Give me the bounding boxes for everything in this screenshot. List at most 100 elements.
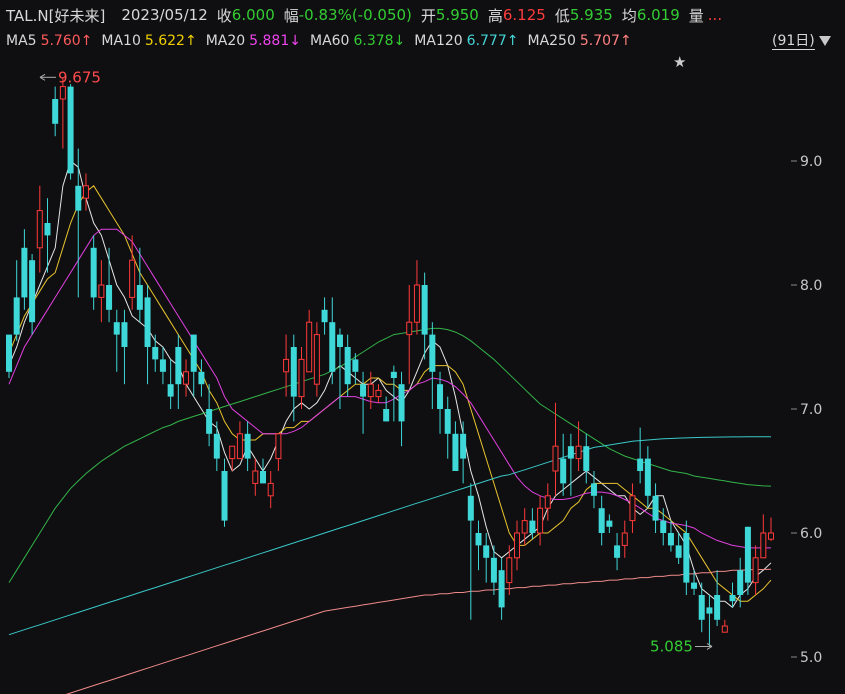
candle-body — [136, 285, 143, 310]
candle — [544, 483, 551, 521]
candle — [521, 508, 528, 546]
candle — [598, 495, 605, 546]
candle-body — [460, 433, 467, 459]
candle-body — [452, 433, 459, 471]
candle — [159, 347, 166, 385]
candle — [321, 297, 328, 335]
candle-body — [583, 446, 590, 471]
candle — [183, 359, 190, 397]
candle-body — [336, 334, 343, 347]
candle — [36, 185, 43, 273]
candle-body — [144, 297, 151, 347]
candle-body — [175, 347, 182, 385]
candle-body — [537, 507, 544, 534]
candle-body — [398, 384, 405, 422]
candle — [136, 247, 143, 323]
candle — [552, 402, 559, 496]
candle — [660, 508, 667, 546]
candle-body — [90, 247, 97, 298]
candle — [98, 260, 105, 323]
candle-body — [82, 185, 89, 199]
ma-line-ma60 — [8, 327, 772, 583]
candle — [360, 371, 367, 434]
candle-body — [637, 458, 644, 471]
candle-body — [244, 433, 251, 459]
candle — [514, 520, 520, 571]
candle — [21, 229, 28, 310]
candle — [167, 359, 174, 409]
y-tick-label: 9.0 — [800, 154, 822, 170]
candle-body — [544, 495, 551, 509]
candle — [298, 347, 305, 409]
candle-body — [98, 284, 105, 298]
candle-body — [298, 358, 305, 398]
candle-body — [375, 389, 382, 398]
candle — [444, 396, 451, 459]
candle — [560, 433, 567, 496]
candle — [121, 309, 128, 385]
candle — [390, 365, 397, 422]
stock-chart-app: TAL.N[好未来] 2023/05/12 收 6.000 幅 -0.83%(-0.… — [0, 0, 845, 694]
candle-body — [691, 582, 698, 589]
candle — [29, 254, 36, 335]
candle-body — [159, 359, 166, 372]
candle-body — [406, 321, 413, 336]
candle-body — [290, 347, 297, 397]
candle — [6, 334, 12, 378]
candle — [267, 471, 274, 509]
candle-body — [321, 309, 328, 323]
candle — [475, 520, 482, 571]
candle — [144, 285, 151, 385]
candle-body — [260, 471, 266, 484]
candle-body — [52, 99, 59, 124]
candle-body — [6, 334, 12, 372]
candle-body — [236, 433, 243, 460]
candle-body — [760, 532, 767, 559]
candle-body — [329, 322, 336, 372]
candle — [13, 260, 20, 341]
candle-body — [75, 185, 82, 211]
y-tick-label: 7.0 — [800, 402, 822, 418]
candle — [467, 483, 474, 620]
candle — [52, 86, 59, 137]
candle — [460, 421, 467, 484]
candle — [498, 557, 505, 620]
candle — [667, 520, 674, 552]
candlestick-chart[interactable]: 9.0 8.0 7.0 6.0 5.0 9.675 5.085 ★ — [0, 0, 845, 694]
candle-body — [483, 545, 490, 558]
candle-body — [190, 334, 197, 372]
candle-body — [529, 520, 536, 533]
candle-body — [167, 384, 174, 397]
candle — [614, 533, 621, 571]
candle-body — [252, 470, 259, 484]
candle — [675, 533, 682, 564]
candle — [437, 371, 444, 434]
candle — [575, 421, 582, 471]
candle — [90, 235, 97, 310]
candle-body — [275, 433, 282, 460]
candle — [59, 77, 66, 149]
candle-body — [621, 532, 628, 546]
candle-body — [614, 545, 621, 558]
candles — [6, 77, 774, 647]
candle — [67, 84, 74, 180]
candle-body — [652, 495, 659, 521]
candle — [621, 520, 628, 558]
candle — [152, 334, 159, 372]
candle-body — [13, 297, 20, 335]
candle-body — [698, 595, 705, 620]
candle-body — [206, 409, 213, 434]
annotations: 9.675 5.085 ★ — [39, 53, 713, 655]
candle — [567, 433, 574, 496]
candle-body — [198, 371, 205, 385]
candle-body — [360, 384, 367, 397]
candle — [383, 396, 390, 422]
candle-body — [413, 284, 420, 323]
candle-body — [344, 347, 351, 385]
y-tick-label: 8.0 — [800, 278, 822, 294]
candle — [190, 334, 197, 397]
candle — [106, 247, 113, 323]
candle — [629, 483, 636, 533]
candle — [313, 322, 320, 397]
candle-body — [660, 520, 667, 533]
